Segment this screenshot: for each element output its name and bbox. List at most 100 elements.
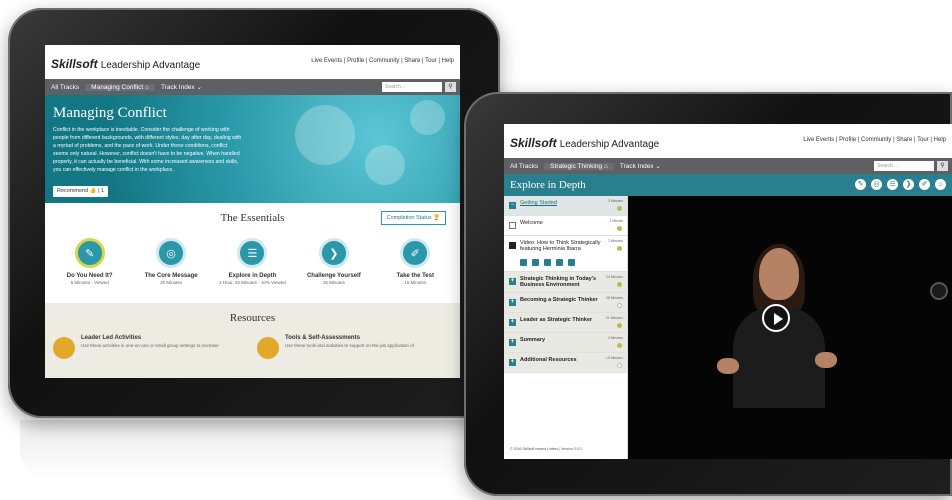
logo-brand: Skillsoft — [51, 57, 98, 71]
leader-activities-icon — [53, 337, 75, 359]
challenge-icon: ❯ — [318, 238, 349, 268]
info-icon[interactable] — [520, 259, 527, 266]
list-icon[interactable]: ☰ — [887, 179, 898, 190]
essential-sub: 15 Minutes — [322, 280, 345, 285]
essential-sub: 1 Hour, 45 Minutes - 10% Viewed — [219, 280, 286, 285]
sidebar-item-summary[interactable]: + Summary 2 Minutes — [504, 333, 627, 353]
clipboard-icon[interactable]: ✎ — [855, 179, 866, 190]
top-links[interactable]: Live Events | Profile | Community | Shar… — [311, 58, 454, 64]
logo[interactable]: Skillsoft Leadership Advantage — [51, 57, 200, 71]
progress-dot — [617, 206, 622, 211]
clipboard-icon: ✎ — [74, 238, 105, 268]
recommend-button[interactable]: Recommend 👍 | 1 — [53, 186, 109, 197]
sidebar-item-leader[interactable]: + Leader as Strategic Thinker 21 Minutes — [504, 313, 627, 333]
breadcrumb-label: Managing Conflict — [91, 83, 144, 91]
sidebar: − Getting Started 3 Minutes Welcome 1 Minut… — [504, 196, 628, 459]
right-tablet: Skillsoft Leadership Advantage Live Event… — [464, 92, 952, 496]
essential-item[interactable]: ✎ Do You Need It? 5 Minutes - Viewed — [52, 238, 128, 285]
completion-status-button[interactable]: Completion Status 🏆 — [380, 211, 446, 225]
item-duration: 1 Minute — [609, 219, 623, 223]
item-duration: 2 Minutes — [607, 336, 623, 340]
share-icon[interactable] — [532, 259, 539, 266]
all-tracks-link[interactable]: All Tracks — [45, 84, 85, 91]
expand-icon: + — [509, 359, 516, 366]
track-index-dropdown[interactable]: Track Index ⌄ — [155, 83, 208, 91]
comment-icon[interactable] — [556, 259, 563, 266]
nav-bar: All Tracks Managing Conflict ⌂ Track Ind… — [45, 79, 460, 95]
progress-dot — [617, 343, 622, 348]
item-label: Summary — [520, 337, 546, 343]
item-label: Additional Resources — [520, 357, 577, 363]
breadcrumb-current[interactable]: Managing Conflict ⌂ — [85, 83, 155, 91]
decor-bubble — [410, 100, 445, 135]
notes-icon[interactable] — [568, 259, 575, 266]
progress-dot — [617, 226, 622, 231]
progress-dot — [617, 246, 622, 251]
all-tracks-link[interactable]: All Tracks — [504, 163, 544, 170]
top-links[interactable]: Live Events | Profile | Community | Shar… — [803, 137, 946, 143]
resource-title: Leader Led Activities — [81, 335, 142, 341]
essential-title: The Core Message — [144, 273, 198, 279]
progress-dot — [617, 323, 622, 328]
home-icon: ⌂ — [145, 83, 149, 91]
essential-item[interactable]: ◎ The Core Message 20 Minutes — [133, 238, 209, 285]
resources-section: Resources Leader Led Activities Use these… — [45, 303, 460, 378]
sidebar-item-additional[interactable]: + Additional Resources 15 Minutes — [504, 353, 627, 373]
target-icon: ◎ — [156, 238, 187, 268]
essential-sub: 20 Minutes — [160, 280, 183, 285]
video-player[interactable] — [628, 196, 952, 459]
essential-sub: 15 Minutes — [404, 280, 427, 285]
header: Skillsoft Leadership Advantage Live Event… — [45, 45, 460, 79]
sidebar-item-video[interactable]: Video: How to Think Strategically featur… — [504, 236, 627, 256]
section-title: Resources — [229, 312, 276, 324]
search-icon[interactable]: ⚲ — [445, 82, 456, 92]
search-input[interactable]: Search... — [874, 161, 934, 171]
section-title: Explore in Depth — [510, 179, 586, 191]
item-duration: 3 Minutes — [607, 199, 623, 203]
recommend-count: 1 — [101, 188, 105, 194]
challenge-icon[interactable]: ❯ — [903, 179, 914, 190]
essential-item[interactable]: ❯ Challenge Yourself 15 Minutes — [296, 238, 372, 285]
home-icon[interactable]: ⌂ — [935, 179, 946, 190]
item-duration: 15 Minutes — [605, 356, 623, 360]
item-label: Leader as Strategic Thinker — [520, 317, 593, 323]
logo-brand: Skillsoft — [510, 136, 557, 150]
progress-dot — [617, 282, 622, 287]
search-icon[interactable]: ⚲ — [937, 161, 948, 171]
track-index-dropdown[interactable]: Track Index ⌄ — [614, 162, 667, 170]
essential-item[interactable]: ☰ Explore in Depth 1 Hour, 45 Minutes - 10… — [214, 238, 290, 285]
list-icon: ☰ — [237, 238, 268, 268]
right-screen: Skillsoft Leadership Advantage Live Event… — [504, 124, 952, 459]
item-label: Strategic Thinking in Today's Business E… — [520, 276, 597, 288]
logo-product: Leadership Advantage — [100, 60, 201, 71]
sidebar-item-becoming[interactable]: + Becoming a Strategic Thinker 28 Minutes — [504, 293, 627, 313]
thumbs-up-icon[interactable] — [544, 259, 551, 266]
header: Skillsoft Leadership Advantage Live Event… — [504, 124, 952, 158]
left-tablet: Skillsoft Leadership Advantage Live Event… — [8, 8, 500, 418]
sidebar-item-strategic-thinking[interactable]: + Strategic Thinking in Today's Business … — [504, 272, 627, 293]
play-icon[interactable] — [762, 304, 790, 332]
pencil-icon[interactable]: ✐ — [919, 179, 930, 190]
essential-title: Do You Need It? — [66, 273, 113, 279]
resource-sub: Use these tools and activities to suppor… — [285, 343, 414, 348]
tools-icon — [257, 337, 279, 359]
target-icon[interactable]: ◎ — [871, 179, 882, 190]
completion-label: Completion Status — [386, 215, 432, 221]
sidebar-item-welcome[interactable]: Welcome 1 Minute — [504, 216, 627, 236]
resource-item[interactable]: Leader Led Activities Use these activitie… — [81, 335, 219, 348]
home-button[interactable] — [930, 282, 948, 300]
breadcrumb-current[interactable]: Strategic Thinking ⌂ — [544, 162, 614, 170]
search-input[interactable]: Search... — [382, 82, 442, 92]
progress-dot — [617, 303, 622, 308]
essential-item[interactable]: ✐ Take the Test 15 Minutes — [377, 238, 453, 285]
item-label: Welcome — [520, 220, 543, 226]
sidebar-item-getting-started[interactable]: − Getting Started 3 Minutes — [504, 196, 627, 216]
hero-banner: Managing Conflict Conflict in the workpl… — [45, 95, 460, 203]
pencil-icon: ✐ — [400, 238, 431, 268]
explore-bar: Explore in Depth ✎ ◎ ☰ ❯ ✐ ⌂ — [504, 174, 952, 196]
collapse-icon: − — [509, 202, 516, 209]
logo[interactable]: Skillsoft Leadership Advantage — [510, 136, 659, 150]
resource-item[interactable]: Tools & Self-Assessments Use these tools … — [285, 335, 414, 348]
expand-icon: + — [509, 319, 516, 326]
progress-dot — [617, 363, 622, 368]
